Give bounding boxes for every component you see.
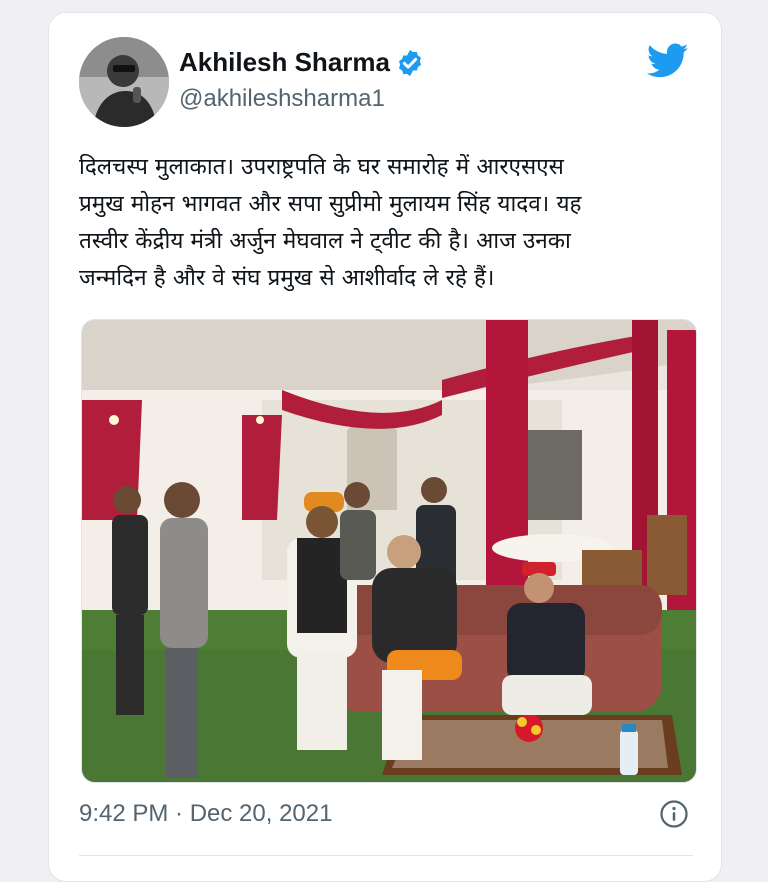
tweet-photo[interactable] (81, 319, 697, 783)
tweet-text-line: जन्मदिन है और वे संघ प्रमुख से आशीर्वाद … (79, 265, 495, 291)
tweet-text-line: तस्वीर केंद्रीय मंत्री अर्जुन मेघवाल ने … (79, 228, 571, 254)
tweet-timestamp[interactable]: 9:42 PM · Dec 20, 2021 (79, 799, 332, 829)
avatar[interactable] (79, 37, 169, 127)
tweet-text-line: प्रमुख मोहन भागवत और सपा सुप्रीमो मुलायम… (79, 191, 582, 217)
info-icon[interactable] (659, 799, 689, 829)
tweet-text-line: दिलचस्प मुलाकात। उपराष्ट्रपति के घर समार… (79, 154, 564, 180)
twitter-bird-icon[interactable] (647, 43, 689, 79)
verified-badge-icon (399, 49, 421, 77)
tweet-text: दिलचस्प मुलाकात। उपराष्ट्रपति के घर समार… (79, 149, 699, 297)
divider (79, 855, 693, 856)
author-handle[interactable]: @akhileshsharma1 (179, 85, 385, 113)
tweet-card: Akhilesh Sharma @akhileshsharma1 दिलचस्प… (48, 12, 722, 882)
avatar-photo (79, 37, 169, 127)
author-display-name[interactable]: Akhilesh Sharma (179, 47, 390, 77)
event-photo-illustration (82, 320, 696, 782)
